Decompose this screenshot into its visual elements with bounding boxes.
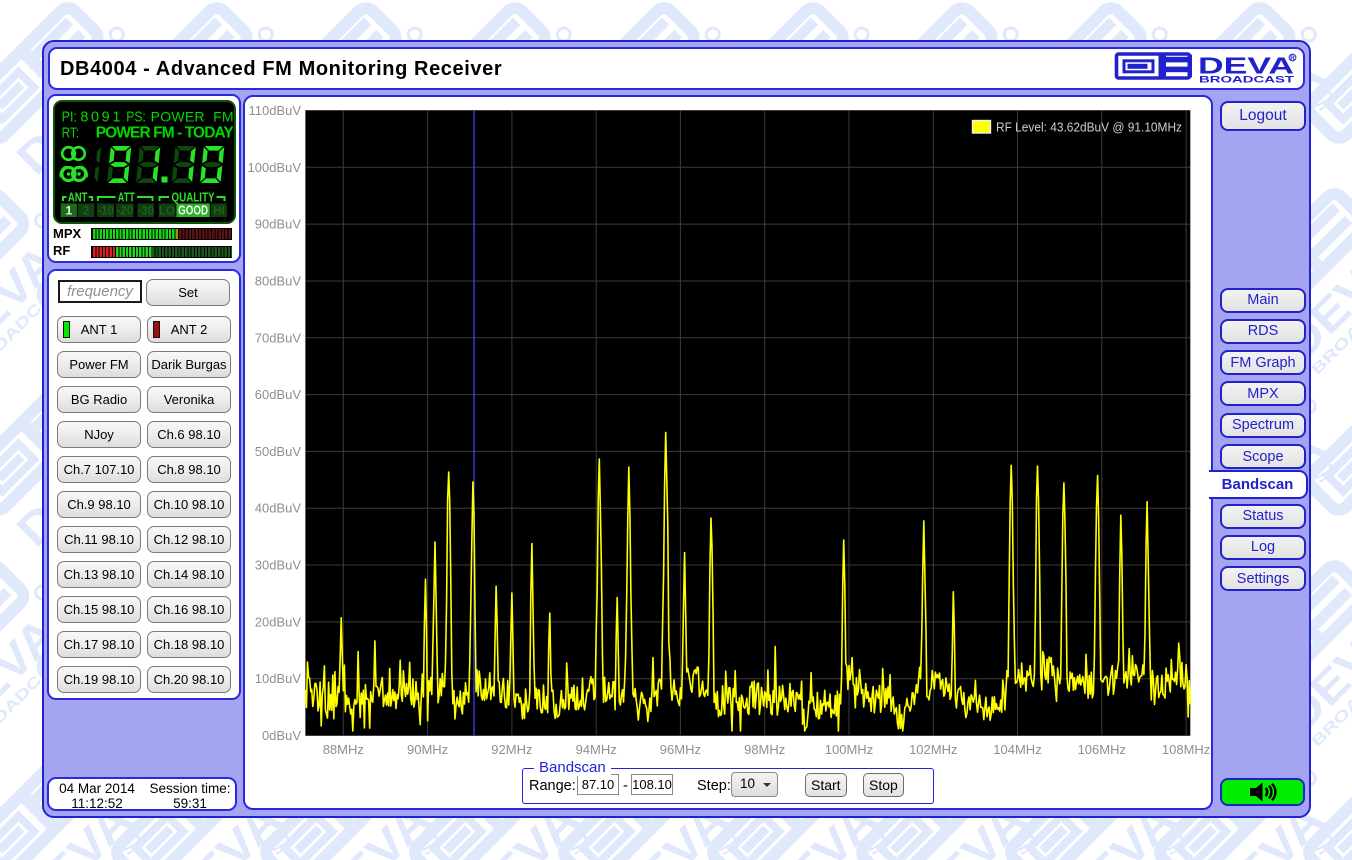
svg-text:104MHz: 104MHz — [993, 742, 1041, 757]
svg-text:80dBuV: 80dBuV — [255, 274, 302, 289]
svg-text:1: 1 — [65, 203, 72, 217]
svg-text:ANT: ANT — [68, 190, 88, 204]
svg-text:100MHz: 100MHz — [825, 742, 873, 757]
svg-text:110dBuV: 110dBuV — [248, 103, 301, 118]
svg-text:30dBuV: 30dBuV — [255, 558, 302, 573]
svg-text:PS:: PS: — [126, 110, 146, 126]
svg-text:60dBuV: 60dBuV — [255, 387, 302, 402]
svg-text:RF Level: 43.62dBuV @ 91.10MHz: RF Level: 43.62dBuV @ 91.10MHz — [996, 120, 1182, 135]
svg-text:-30: -30 — [137, 205, 154, 217]
svg-text:20dBuV: 20dBuV — [255, 614, 302, 629]
svg-text:90dBuV: 90dBuV — [255, 217, 302, 232]
svg-text:-10: -10 — [97, 205, 114, 217]
svg-text:98MHz: 98MHz — [744, 742, 785, 757]
svg-text:90MHz: 90MHz — [407, 742, 448, 757]
svg-text:96MHz: 96MHz — [660, 742, 701, 757]
svg-text:108MHz: 108MHz — [1162, 742, 1210, 757]
svg-text:ATT: ATT — [118, 190, 135, 204]
svg-text:94MHz: 94MHz — [576, 742, 617, 757]
svg-text:BROADCAST: BROADCAST — [1199, 75, 1294, 86]
svg-text:0dBuV: 0dBuV — [262, 728, 301, 743]
svg-text:LO: LO — [159, 205, 175, 217]
svg-text:-20: -20 — [116, 205, 133, 217]
svg-text:POWER FM - TODAY: POWER FM - TODAY — [96, 125, 235, 142]
svg-text:HI: HI — [213, 205, 225, 217]
svg-text:106MHz: 106MHz — [1078, 742, 1126, 757]
svg-text:100dBuV: 100dBuV — [248, 160, 302, 175]
svg-text:10dBuV: 10dBuV — [255, 671, 302, 686]
svg-text:88MHz: 88MHz — [323, 742, 364, 757]
svg-text:PI:: PI: — [62, 110, 77, 126]
svg-text:POWER FM: POWER FM — [151, 109, 234, 125]
svg-text:8091: 8091 — [80, 110, 120, 126]
svg-text:92MHz: 92MHz — [491, 742, 532, 757]
svg-text:40dBuV: 40dBuV — [255, 501, 302, 516]
svg-text:102MHz: 102MHz — [909, 742, 957, 757]
svg-text:RT:: RT: — [62, 126, 79, 142]
svg-text:QUALITY: QUALITY — [172, 190, 216, 204]
svg-text:50dBuV: 50dBuV — [255, 444, 302, 459]
svg-text:GOOD: GOOD — [178, 203, 208, 217]
svg-text:2: 2 — [83, 203, 90, 217]
svg-text:R: R — [1290, 55, 1295, 62]
svg-text:70dBuV: 70dBuV — [255, 330, 302, 345]
